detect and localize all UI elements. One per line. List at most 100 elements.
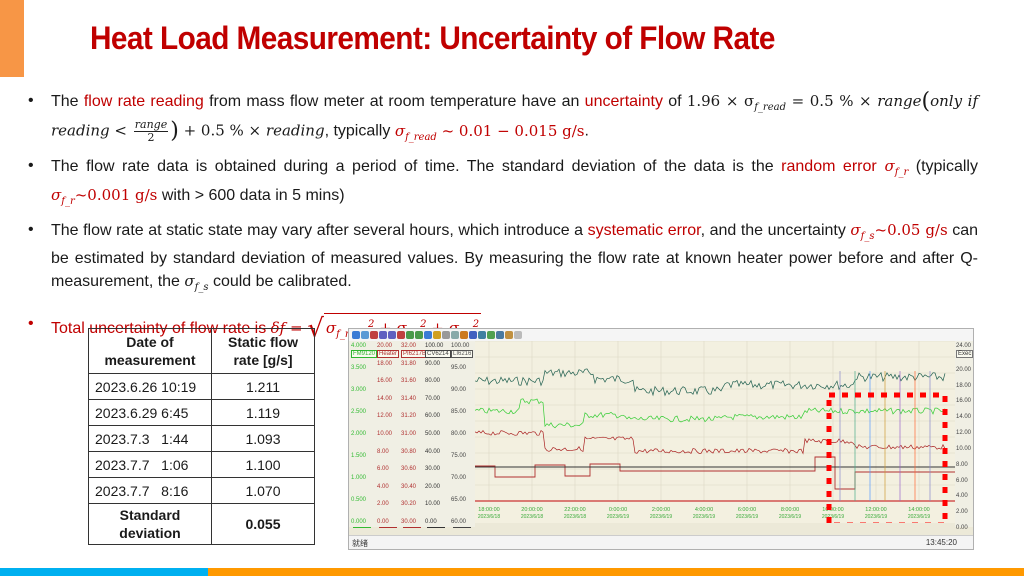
paren: ( <box>921 88 931 114</box>
time-tick-label: 10:00:00 <box>822 507 843 513</box>
math-sub: f_read <box>754 102 786 113</box>
toolbar-button[interactable] <box>397 331 405 339</box>
axis-tick-label: 32.00 <box>401 343 417 349</box>
math: σ <box>394 121 406 140</box>
axis-tick-label: 85.00 <box>451 409 467 415</box>
axis-tick-label: 40.00 <box>425 448 441 455</box>
toolbar-button[interactable] <box>505 331 513 339</box>
channel-tag[interactable]: LI6216 <box>451 350 474 358</box>
axis-tick-label: 3.000 <box>351 387 367 393</box>
legend-line <box>379 527 397 528</box>
highlight-uncertainty: uncertainty <box>584 93 663 110</box>
right-axis-tick: 18.00 <box>956 382 972 389</box>
accent-bar <box>0 0 24 77</box>
axis-tick-label: 1.500 <box>351 453 367 459</box>
toolbar-button[interactable] <box>379 331 387 339</box>
trend-right-axis: 24.00 20.00 18.00 16.00 14.00 12.00 10.00 8.00 6… <box>955 341 973 531</box>
axis-tick-label: 90.00 <box>425 360 441 367</box>
math-sub: f_read <box>405 131 437 143</box>
fraction-denominator: 2 <box>147 131 155 144</box>
right-axis-tick: 2.00 <box>956 509 968 516</box>
math: ~0.05 g/s <box>874 220 948 239</box>
axis-tick-label: 70.00 <box>425 395 441 402</box>
time-tick-label: 6:00:00 <box>738 507 756 513</box>
time-tick-label: 2:00:00 <box>652 507 670 513</box>
date-tick-label: 2023/6/19 <box>607 514 629 520</box>
toolbar-button[interactable] <box>415 331 423 339</box>
toolbar-button[interactable] <box>433 331 441 339</box>
math-sub: f_r <box>61 195 75 207</box>
toolbar-button[interactable] <box>388 331 396 339</box>
axis-tick-label: 0.00 <box>377 519 389 525</box>
math-sub: f_r <box>894 166 909 178</box>
channel-tag[interactable]: PI6217B <box>401 350 429 358</box>
cell-date: 2023.6.29 6:45 <box>88 399 212 426</box>
toolbar-button[interactable] <box>451 331 459 339</box>
trace-dark-red <box>474 429 946 455</box>
channel-tag[interactable]: CV6214 <box>425 350 451 358</box>
axis-tick-label: 100.00 <box>425 343 444 349</box>
axis-tick-label: 80.00 <box>451 431 467 437</box>
math: = 0.5 % × <box>786 92 878 110</box>
bullet-marker: • <box>28 220 34 238</box>
cell-value: 1.100 <box>211 451 315 478</box>
axis-tick-label: 2.00 <box>377 501 389 508</box>
slide-title: Heat Load Measurement: Uncertainty of Fl… <box>90 20 775 56</box>
channel-tag[interactable]: FM9120 <box>351 350 378 358</box>
channel-tag[interactable]: Heater <box>377 350 400 358</box>
exec-button[interactable]: Exec <box>956 350 973 358</box>
math: ~0.001 g/s <box>74 185 158 204</box>
time-tick-label: 4:00:00 <box>695 507 713 513</box>
date-tick-label: 2023/6/18 <box>564 514 586 520</box>
toolbar-button[interactable] <box>487 331 495 339</box>
axis-tick-label: 60.00 <box>425 413 441 420</box>
math: ~ 0.01 − 0.015 g/s <box>436 121 585 140</box>
cell-std-value: 0.055 <box>211 503 315 545</box>
toolbar-button[interactable] <box>424 331 432 339</box>
text: from mass flow meter at room temperature… <box>203 93 585 110</box>
axis-tick-label: 6.00 <box>377 466 389 473</box>
axis-tick-label: 14.00 <box>377 395 393 402</box>
toolbar-button[interactable] <box>442 331 450 339</box>
axis-tick-label: 4.000 <box>351 343 367 349</box>
axis-tick-label: 30.40 <box>401 483 417 490</box>
math: σ <box>876 156 895 175</box>
toolbar-button[interactable] <box>460 331 468 339</box>
axis-tick-label: 30.00 <box>425 466 441 473</box>
axis-tick-label: 30.60 <box>401 466 417 473</box>
cell-value: 1.211 <box>211 373 315 400</box>
date-tick-label: 2023/6/19 <box>650 514 672 520</box>
axis-tick-label: 8.00 <box>377 448 389 455</box>
trend-plot-area: 18:00:00 2023/6/18 20:00:00 2023/6/18 22:00:… <box>474 340 955 528</box>
bullet-random-error: • The flow rate data is obtained during … <box>28 155 978 213</box>
axis-tick-label: 1.000 <box>351 475 367 481</box>
table-row: 2023.6.29 6:45 1.119 <box>88 399 315 426</box>
toolbar-button[interactable] <box>370 331 378 339</box>
text: , typically <box>324 122 395 140</box>
time-tick-label: 20:00:00 <box>521 507 542 513</box>
math: σ <box>184 271 195 290</box>
toolbar-button[interactable] <box>478 331 486 339</box>
legend-line <box>353 527 371 528</box>
toolbar-button[interactable] <box>514 331 522 339</box>
toolbar-button[interactable] <box>352 331 360 339</box>
axis-tick-label: 65.00 <box>451 497 467 503</box>
axis-tick-label: 4.00 <box>377 483 389 490</box>
axis-tick-label: 90.00 <box>451 387 467 393</box>
toolbar-button[interactable] <box>496 331 504 339</box>
legend-line <box>403 527 421 528</box>
axis-tick-label: 2.000 <box>351 431 367 437</box>
toolbar-button[interactable] <box>469 331 477 339</box>
bullet-marker: • <box>28 92 34 109</box>
toolbar-button[interactable] <box>406 331 414 339</box>
right-axis-tick: 8.00 <box>956 461 968 468</box>
axis-tick-label: 20.00 <box>377 343 393 349</box>
axis-tick-label: 60.00 <box>451 519 467 525</box>
bullet-marker: • <box>28 156 34 174</box>
trend-axes-panel: 4.000 3.500 3.000 2.500 2.000 1.500 1.000 0.500… <box>349 341 475 528</box>
axis-tick-label: 3.500 <box>351 365 367 371</box>
axis-tick-label: 50.00 <box>425 431 441 437</box>
toolbar-button[interactable] <box>361 331 369 339</box>
math: σf_s <box>184 271 208 293</box>
axis-tick-label: 16.00 <box>377 378 393 385</box>
